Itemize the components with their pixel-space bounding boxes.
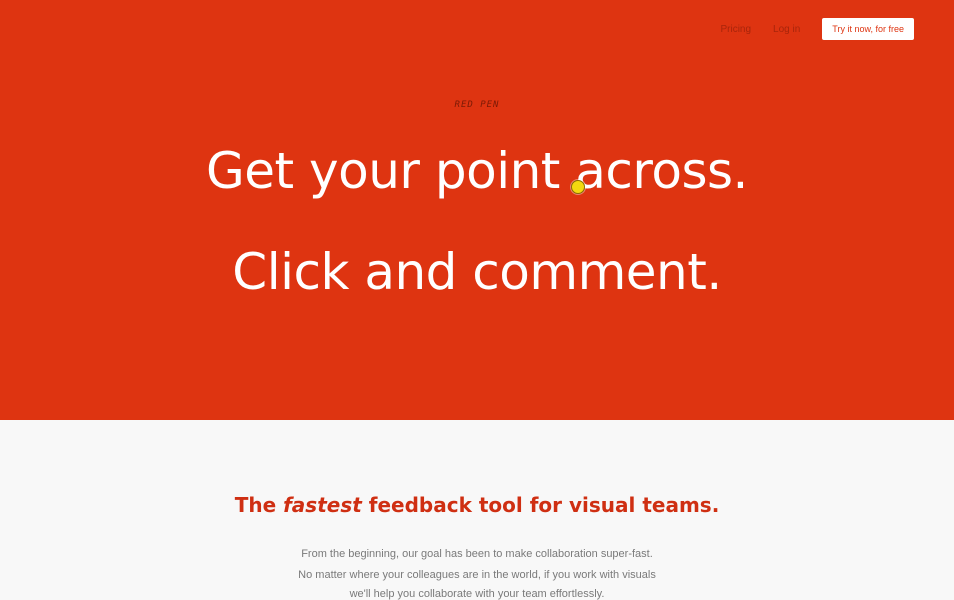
hero-headline-2: Click and comment. (232, 243, 722, 301)
intro-paragraph-line: we'll help you collaborate with your tea… (349, 588, 605, 600)
comment-marker-icon[interactable] (571, 180, 585, 194)
nav-login-link[interactable]: Log in (773, 24, 800, 35)
tagline-emphasis: fastest (283, 493, 362, 517)
nav-pricing-link[interactable]: Pricing (720, 24, 751, 35)
intro-section: The fastest feedback tool for visual tea… (0, 420, 954, 600)
hero-section: Pricing Log in Try it now, for free RED … (0, 0, 954, 420)
brand-logo-text: RED PEN (454, 100, 500, 110)
intro-paragraph-line: From the beginning, our goal has been to… (301, 548, 653, 560)
hero-headline-1: Get your point across. (206, 142, 748, 200)
tagline-suffix: feedback tool for visual teams. (361, 493, 720, 517)
try-free-button[interactable]: Try it now, for free (822, 18, 914, 40)
intro-paragraph-line: No matter where your colleagues are in t… (298, 569, 656, 581)
tagline-prefix: The (234, 493, 284, 517)
top-nav: Pricing Log in Try it now, for free (720, 18, 914, 40)
intro-tagline: The fastest feedback tool for visual tea… (0, 493, 954, 517)
